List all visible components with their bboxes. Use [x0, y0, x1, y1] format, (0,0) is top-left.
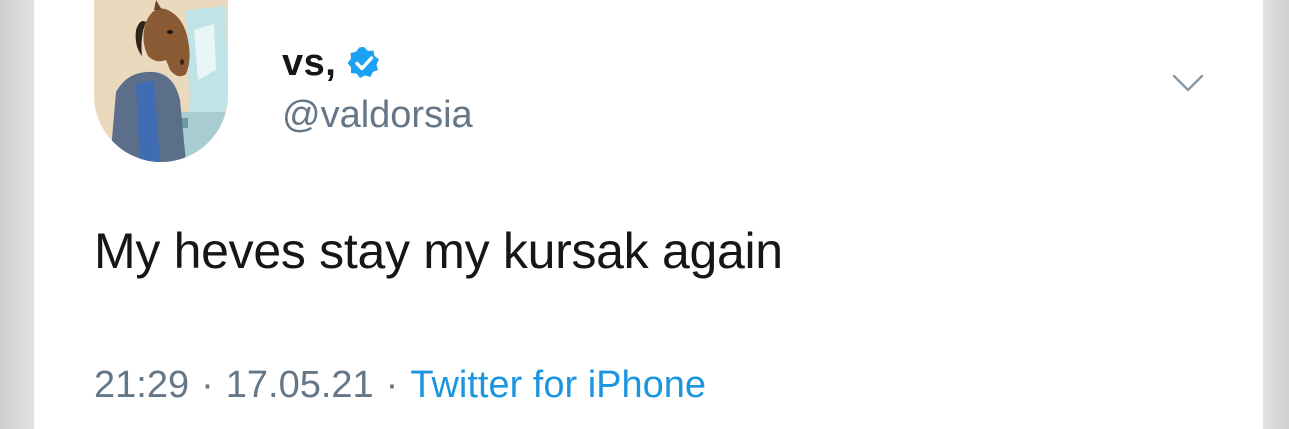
user-handle[interactable]: @valdorsia — [282, 94, 473, 137]
tweet-meta: 21:29 · 17.05.21 · Twitter for iPhone — [94, 364, 706, 407]
chevron-down-icon[interactable] — [1168, 64, 1208, 104]
display-name-row: vs, — [282, 38, 382, 88]
display-name[interactable]: vs, — [282, 42, 336, 85]
profile-avatar[interactable] — [94, 0, 228, 162]
left-border — [0, 0, 34, 429]
meta-separator: · — [201, 364, 214, 406]
tweet-source-link[interactable]: Twitter for iPhone — [410, 364, 706, 407]
tweet-date[interactable]: 17.05.21 — [226, 364, 374, 407]
tweet-time[interactable]: 21:29 — [94, 364, 189, 407]
tweet-card: vs, @valdorsia My heves stay my kursak a… — [34, 0, 1263, 429]
meta-separator: · — [385, 364, 399, 406]
right-border — [1263, 0, 1289, 429]
tweet-text: My heves stay my kursak again — [94, 223, 783, 279]
verified-badge-icon — [346, 45, 382, 81]
